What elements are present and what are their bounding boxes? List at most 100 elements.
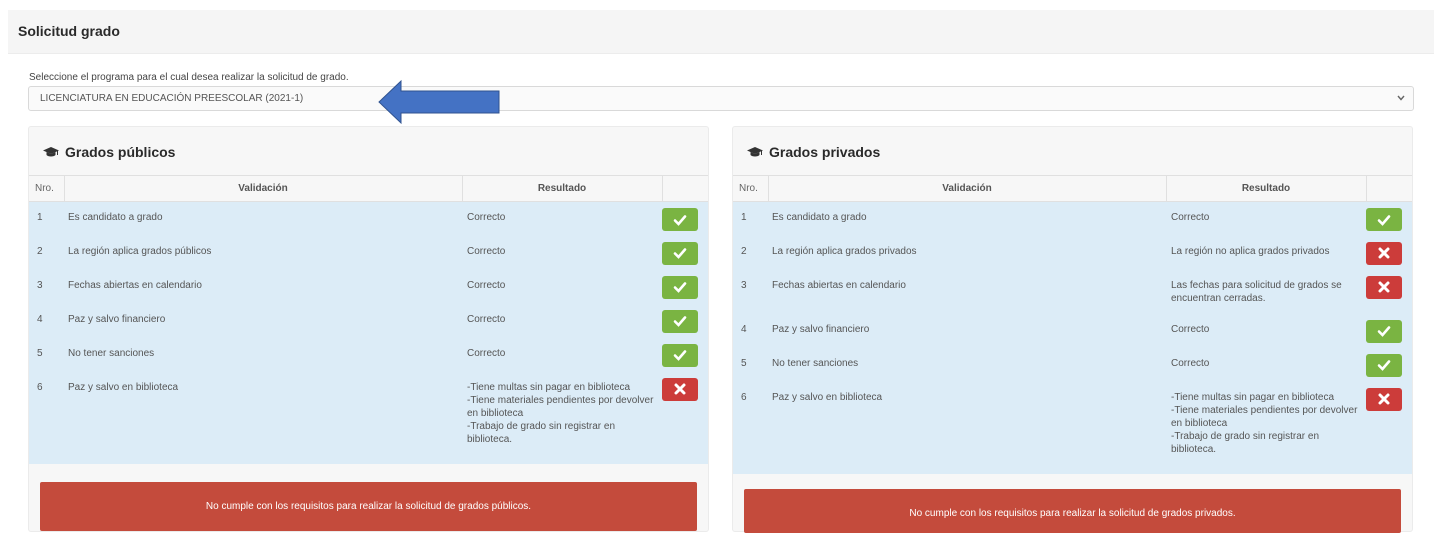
x-icon	[1378, 281, 1390, 293]
x-icon	[674, 383, 686, 395]
status-ok-badge	[662, 309, 698, 333]
row-validacion: Paz y salvo en biblioteca	[768, 381, 1166, 474]
row-status	[1366, 381, 1412, 474]
row-validacion: No tener sanciones	[768, 347, 1166, 382]
row-status	[662, 337, 708, 372]
program-select[interactable]: LICENCIATURA EN EDUCACIÓN PREESCOLAR (20…	[28, 86, 1414, 111]
row-validacion: Fechas abiertas en calendario	[64, 269, 462, 304]
table-row: 5 No tener sanciones Correcto	[29, 337, 708, 372]
resultado-line: -Trabajo de grado sin registrar en	[1171, 430, 1320, 442]
header-status	[662, 175, 708, 202]
check-icon	[1377, 214, 1391, 226]
status-fail-badge	[662, 377, 698, 401]
table-row: 3 Fechas abiertas en calendario Las fechas…	[733, 269, 1412, 314]
header-status	[1366, 175, 1412, 202]
row-resultado: Correcto	[1166, 201, 1366, 236]
check-icon	[673, 316, 687, 327]
row-nro: 4	[29, 303, 64, 338]
row-resultado: La región no aplica grados privados	[1166, 235, 1366, 270]
header-nro: Nro.	[733, 175, 769, 202]
x-icon	[1378, 393, 1390, 405]
table-row: 2 La región aplica grados públicos Correct…	[29, 235, 708, 270]
left-arrow-annotation	[378, 79, 500, 125]
resultado-line: en biblioteca	[1171, 417, 1228, 429]
row-nro: 1	[733, 201, 768, 236]
table-privados: Nro. Validación Resultado 1 Es candidato …	[733, 175, 1412, 474]
resultado-line: biblioteca.	[467, 433, 513, 445]
table-row: 1 Es candidato a grado Correcto	[29, 201, 708, 236]
row-resultado: Correcto	[1166, 347, 1366, 382]
resultado-line: encuentran cerradas.	[1171, 292, 1266, 304]
resultado-line: en biblioteca	[467, 407, 524, 419]
status-ok-badge	[662, 208, 698, 231]
header-validacion: Validación	[768, 175, 1167, 202]
program-label: Seleccione el programa para el cual dese…	[29, 72, 349, 83]
table-row: 4 Paz y salvo financiero Correcto	[29, 303, 708, 338]
resultado-line: -Tiene multas sin pagar en biblioteca	[1171, 391, 1335, 403]
row-status	[662, 371, 708, 464]
header-resultado: Resultado	[1166, 175, 1367, 202]
panel-grados-privados: Grados privados Nro. Validación Resultad…	[732, 126, 1413, 533]
alert-publicos-text: No cumple con los requisitos para realiz…	[205, 501, 532, 512]
row-nro: 5	[29, 337, 64, 372]
row-status	[1366, 201, 1412, 236]
row-nro: 4	[733, 313, 768, 348]
row-validacion: Es candidato a grado	[64, 201, 462, 236]
row-validacion: Paz y salvo financiero	[768, 313, 1166, 348]
row-status	[1366, 235, 1412, 270]
page-title: Solicitud grado	[18, 23, 120, 39]
row-resultado: Correcto	[462, 235, 662, 270]
row-resultado: Correcto	[462, 303, 662, 338]
header-bar: Solicitud grado	[8, 10, 1434, 54]
status-fail-badge	[1366, 275, 1402, 299]
panel-title-publicos-text: Grados públicos	[65, 144, 176, 160]
status-ok-badge	[1366, 319, 1402, 343]
row-nro: 5	[733, 347, 768, 382]
status-ok-badge	[662, 343, 698, 367]
status-ok-badge	[662, 241, 698, 265]
check-icon	[1377, 360, 1391, 371]
row-resultado: Correcto	[462, 269, 662, 304]
status-ok-badge	[662, 275, 698, 299]
row-status	[1366, 347, 1412, 382]
row-status	[662, 235, 708, 270]
row-validacion: No tener sanciones	[64, 337, 462, 372]
status-fail-badge	[1366, 387, 1402, 411]
graduation-cap-icon	[747, 147, 763, 157]
row-resultado: -Tiene multas sin pagar en biblioteca -Ti…	[462, 371, 662, 464]
row-status	[1366, 313, 1412, 348]
row-nro: 3	[733, 269, 768, 314]
check-icon	[673, 248, 687, 259]
row-resultado: Correcto	[1166, 313, 1366, 348]
table-row: 3 Fechas abiertas en calendario Correcto	[29, 269, 708, 304]
alert-privados-text: No cumple con los requisitos para realiz…	[909, 508, 1236, 519]
resultado-line: Las fechas para solicitud de grados se	[1171, 279, 1342, 291]
panel-grados-publicos: Grados públicos Nro. Validación Resultad…	[28, 126, 709, 532]
header-validacion: Validación	[64, 175, 463, 202]
row-validacion: Paz y salvo financiero	[64, 303, 462, 338]
row-validacion: Paz y salvo en biblioteca	[64, 371, 462, 464]
row-status	[662, 303, 708, 338]
row-resultado: Las fechas para solicitud de grados se en…	[1166, 269, 1366, 314]
row-nro: 3	[29, 269, 64, 304]
table-row: 4 Paz y salvo financiero Correcto	[733, 313, 1412, 348]
resultado-line: -Tiene materiales pendientes por devolve…	[1171, 404, 1358, 416]
row-resultado: -Tiene multas sin pagar en biblioteca -Ti…	[1166, 381, 1366, 474]
row-nro: 6	[733, 381, 768, 474]
header-resultado: Resultado	[462, 175, 663, 202]
row-resultado: Correcto	[462, 201, 662, 236]
table-row: 6 Paz y salvo en biblioteca -Tiene multas …	[29, 371, 708, 464]
program-selected-value: LICENCIATURA EN EDUCACIÓN PREESCOLAR (20…	[40, 93, 304, 104]
row-nro: 1	[29, 201, 64, 236]
table-publicos: Nro. Validación Resultado 1 Es candidato …	[29, 175, 708, 464]
graduation-cap-icon	[43, 147, 59, 157]
panel-title-publicos: Grados públicos	[43, 144, 175, 160]
status-ok-badge	[1366, 208, 1402, 231]
header-nro: Nro.	[29, 175, 65, 202]
panel-title-privados: Grados privados	[747, 144, 880, 160]
status-fail-badge	[1366, 241, 1402, 265]
row-validacion: La región aplica grados privados	[768, 235, 1166, 270]
row-nro: 6	[29, 371, 64, 464]
row-resultado: Correcto	[462, 337, 662, 372]
row-validacion: Fechas abiertas en calendario	[768, 269, 1166, 314]
